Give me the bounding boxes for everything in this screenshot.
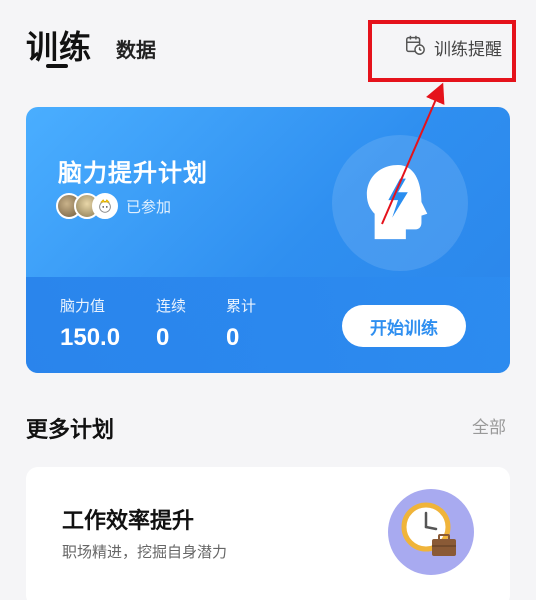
brain-plan-card[interactable]: 脑力提升计划 已参加 脑力值 150.0 连续 0 累计 0 开始训练 bbox=[26, 107, 510, 373]
plan-title: 脑力提升计划 bbox=[58, 159, 208, 187]
start-training-button[interactable]: 开始训练 bbox=[342, 305, 466, 347]
clock-briefcase-icon bbox=[388, 489, 474, 575]
more-plans-title: 更多计划 bbox=[26, 418, 115, 443]
tab-active-indicator bbox=[46, 64, 68, 68]
highlight-box bbox=[368, 20, 516, 82]
head-lightning-icon bbox=[332, 135, 468, 271]
joined-label: 已参加 bbox=[126, 197, 172, 216]
participant-avatars: 已参加 bbox=[56, 193, 171, 219]
avatar bbox=[92, 193, 118, 219]
plan-card-subtitle: 职场精进，挖掘自身潜力 bbox=[62, 543, 228, 561]
view-all-link[interactable]: 全部 bbox=[472, 413, 506, 438]
tab-training[interactable]: 训练 bbox=[26, 22, 92, 68]
stat-streak: 连续 0 bbox=[156, 297, 187, 351]
stat-total: 累计 0 bbox=[226, 297, 257, 351]
plan-card-work-efficiency[interactable]: 工作效率提升 职场精进，挖掘自身潜力 bbox=[26, 467, 510, 600]
stat-brain-value: 脑力值 150.0 bbox=[60, 297, 121, 351]
tab-data[interactable]: 数据 bbox=[116, 34, 156, 63]
training-page: 训练 数据 训练提醒 脑力提升计划 已参加 脑力值 150.0 连续 0 累计 … bbox=[0, 0, 536, 600]
plan-card-title: 工作效率提升 bbox=[62, 509, 195, 534]
